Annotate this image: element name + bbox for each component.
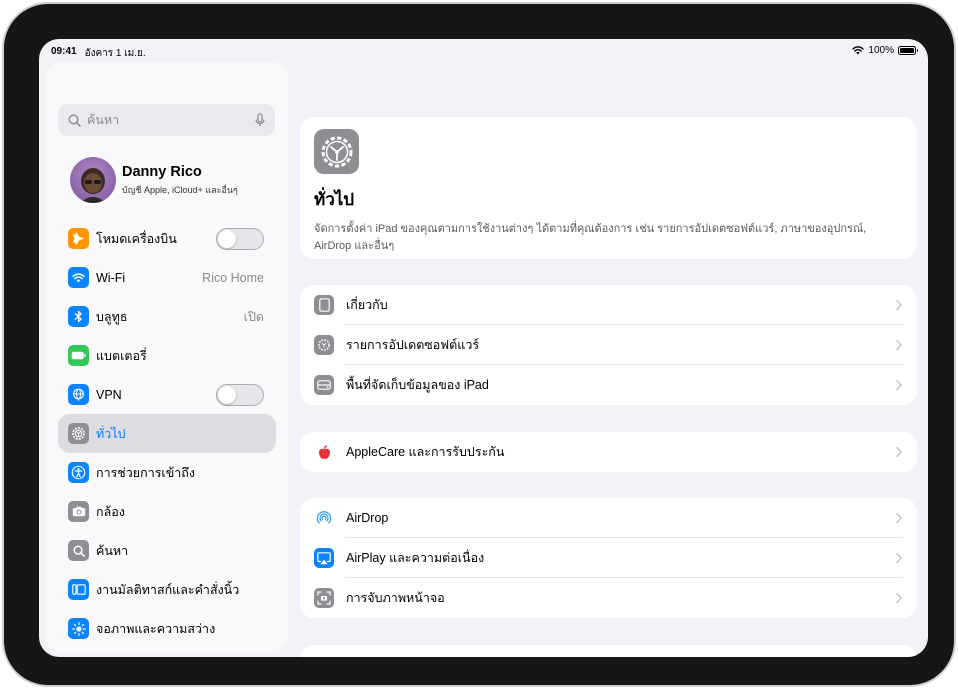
status-date: อังคาร 1 เม.ย. [84, 48, 146, 59]
battery-icon [68, 345, 89, 366]
sidebar: ค้นหา Danny Rico บัญชี Apple, iCloud+ แล… [46, 62, 288, 652]
row-screen-capture[interactable]: การจับภาพหน้าจอ [300, 578, 917, 618]
wifi-network-value: Rico Home [202, 270, 264, 285]
search-icon [68, 113, 81, 127]
settings-group-applecare: AppleCare และการรับประกัน [300, 432, 917, 472]
wifi-icon [68, 267, 89, 288]
row-label: การจับภาพหน้าจอ [346, 591, 445, 605]
row-label: AirPlay และความต่อเนื่อง [346, 551, 485, 565]
general-header-card: ทั่วไป จัดการตั้งค่า iPad ของคุณตามการใช… [300, 117, 917, 259]
avatar [70, 157, 116, 203]
profile-subtitle: บัญชี Apple, iCloud+ และอื่นๆ [122, 184, 238, 195]
main-content: ทั่วไป จัดการตั้งค่า iPad ของคุณตามการใช… [300, 39, 928, 657]
sidebar-item-label: การช่วยการเข้าถึง [96, 465, 195, 480]
sidebar-item-label: ทั่วไป [96, 426, 126, 441]
sidebar-item-label: แบตเตอรี่ [96, 348, 147, 363]
gear-icon [314, 129, 359, 174]
vpn-icon [68, 384, 89, 405]
sidebar-item-multitasking[interactable]: งานมัลติทาสก์และคำสั่งนิ้ว [58, 570, 276, 609]
sidebar-item-vpn[interactable]: VPN [58, 375, 276, 414]
row-software-update[interactable]: รายการอัปเดตซอฟต์แวร์ [300, 325, 917, 365]
row-about[interactable]: เกี่ยวกับ [300, 285, 917, 325]
vpn-toggle[interactable] [216, 383, 264, 406]
chevron-right-icon [896, 592, 902, 604]
settings-group-next [300, 645, 917, 657]
search-placeholder: ค้นหา [87, 113, 120, 127]
brightness-icon [68, 618, 89, 639]
sidebar-item-general[interactable]: ทั่วไป [58, 414, 276, 453]
status-time: 09:41 [51, 46, 77, 57]
airplay-icon [314, 548, 334, 568]
row-ipad-storage[interactable]: พื้นที่จัดเก็บข้อมูลของ iPad [300, 365, 917, 405]
sidebar-item-wifi[interactable]: Wi-Fi Rico Home [58, 258, 276, 297]
row-label: รายการอัปเดตซอฟต์แวร์ [346, 338, 480, 352]
chevron-right-icon [896, 299, 902, 311]
row-label: พื้นที่จัดเก็บข้อมูลของ iPad [346, 378, 489, 392]
row-partial[interactable] [300, 645, 917, 657]
sidebar-item-label: ค้นหา [96, 543, 129, 558]
chevron-right-icon [896, 339, 902, 351]
sidebar-item-label: จอภาพและความสว่าง [96, 621, 216, 636]
profile-row[interactable]: Danny Rico บัญชี Apple, iCloud+ และอื่นๆ [70, 157, 238, 203]
sidebar-item-bluetooth[interactable]: บลูทูธ เปิด [58, 297, 276, 336]
airplane-icon [68, 228, 89, 249]
chevron-right-icon [896, 446, 902, 458]
sidebar-item-accessibility[interactable]: การช่วยการเข้าถึง [58, 453, 276, 492]
airdrop-icon [314, 508, 334, 528]
page-description: จัดการตั้งค่า iPad ของคุณตามการใช้งานต่า… [314, 223, 867, 252]
sidebar-item-camera[interactable]: กล้อง [58, 492, 276, 531]
settings-group-about: เกี่ยวกับ รายการอัปเดตซอฟต์แวร์ พื้นที่จ… [300, 285, 917, 405]
row-applecare[interactable]: AppleCare และการรับประกัน [300, 432, 917, 472]
sidebar-item-airplane[interactable]: โหมดเครื่องบิน [58, 219, 276, 258]
sidebar-item-label: งานมัลติทาสก์และคำสั่งนิ้ว [96, 582, 240, 597]
sidebar-item-battery[interactable]: แบตเตอรี่ [58, 336, 276, 375]
row-label: AirDrop [346, 511, 389, 525]
storage-icon [314, 375, 334, 395]
ipad-frame: 09:41 อังคาร 1 เม.ย. 100% ค้นหา Danny Ri… [2, 2, 956, 687]
screen-capture-icon [314, 588, 334, 608]
multitasking-icon [68, 579, 89, 600]
ipad-icon [314, 295, 334, 315]
row-label: AppleCare และการรับประกัน [346, 445, 505, 459]
settings-group-connectivity: AirDrop AirPlay และความต่อเนื่อง การจับภ… [300, 498, 917, 618]
accessibility-icon [68, 462, 89, 483]
gear-icon [314, 335, 334, 355]
sidebar-item-display[interactable]: จอภาพและความสว่าง [58, 609, 276, 648]
apple-icon [314, 442, 334, 462]
row-label: เกี่ยวกับ [346, 298, 388, 312]
screen: 09:41 อังคาร 1 เม.ย. 100% ค้นหา Danny Ri… [39, 39, 928, 657]
sidebar-item-label: โหมดเครื่องบิน [96, 231, 177, 246]
bluetooth-status-value: เปิด [243, 309, 264, 324]
camera-icon [68, 501, 89, 522]
search-field[interactable]: ค้นหา [58, 104, 275, 136]
page-title: ทั่วไป [314, 190, 355, 209]
row-airdrop[interactable]: AirDrop [300, 498, 917, 538]
sidebar-item-label: VPN [96, 387, 122, 402]
chevron-right-icon [896, 512, 902, 524]
sidebar-item-label: Wi-Fi [96, 270, 126, 285]
sidebar-item-label: บลูทูธ [96, 309, 128, 324]
microphone-icon[interactable] [255, 113, 265, 127]
profile-name: Danny Rico [122, 163, 202, 180]
chevron-right-icon [896, 552, 902, 564]
settings-list: โหมดเครื่องบิน Wi-Fi Rico Home บลูทูธ เป… [46, 219, 288, 648]
bluetooth-icon [68, 306, 89, 327]
search-icon [68, 540, 89, 561]
chevron-right-icon [896, 379, 902, 391]
sidebar-item-search[interactable]: ค้นหา [58, 531, 276, 570]
airplane-toggle[interactable] [216, 227, 264, 250]
row-airplay[interactable]: AirPlay และความต่อเนื่อง [300, 538, 917, 578]
gear-icon [68, 423, 89, 444]
sidebar-item-label: กล้อง [96, 504, 125, 519]
